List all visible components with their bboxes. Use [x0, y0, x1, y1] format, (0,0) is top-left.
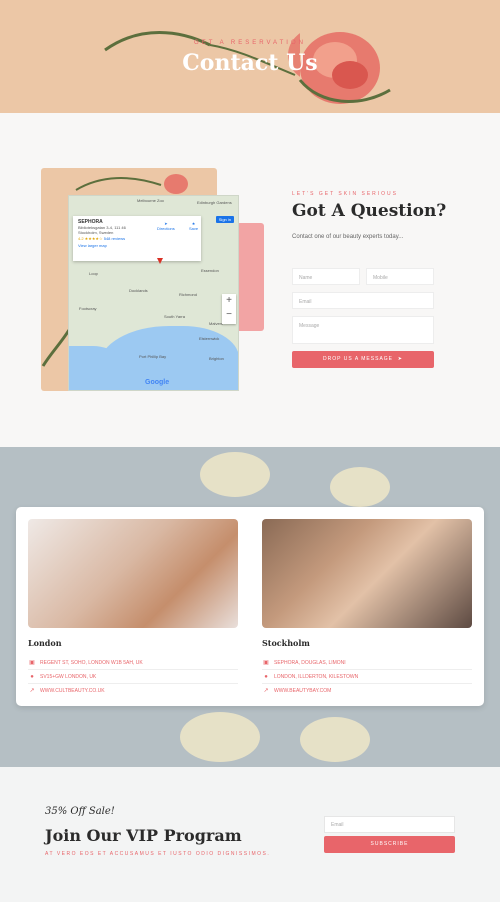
flower-background: [200, 452, 270, 497]
map-label: Essendon: [201, 268, 219, 273]
name-input[interactable]: Name: [292, 268, 360, 285]
drop-us-a-message-button[interactable]: DROP US A MESSAGE ➤: [292, 351, 434, 368]
external-link-icon: ↗: [29, 688, 35, 694]
vip-title: Join Our VIP Program: [45, 826, 242, 845]
location-website[interactable]: ↗ WWW.CULTBEAUTY.CO.UK: [28, 685, 238, 698]
contact-section: Melbourne Zoo Edinburgh Gardens Loop Ess…: [0, 113, 500, 447]
contact-subtitle: Contact one of our beauty experts today.…: [292, 234, 404, 240]
mobile-input[interactable]: Mobile: [366, 268, 434, 285]
zoom-in-button[interactable]: +: [222, 294, 236, 308]
locations-section: London Stockholm ▣ REGENT ST, SOHO, LONDO…: [0, 447, 500, 767]
map-label: Footscray: [79, 306, 97, 311]
contact-eyebrow: LET'S GET SKIN SERIOUS: [292, 191, 398, 197]
website-link[interactable]: WWW.BEAUTYBAY.COM: [274, 688, 331, 694]
flower-background: [300, 717, 370, 762]
map-label: Melbourne Zoo: [137, 198, 164, 203]
store-icon: ▣: [263, 660, 269, 666]
map-zoom-control: + −: [222, 294, 236, 324]
location-name-london: London: [28, 638, 62, 648]
vip-sale-badge: 35% Off Sale!: [45, 806, 115, 817]
directions-button[interactable]: ➤ Directions: [157, 221, 175, 231]
zoom-out-button[interactable]: −: [222, 308, 236, 322]
location-postal: ● SV15+GW LONDON, UK: [28, 671, 238, 684]
postal-text: SV15+GW LONDON, UK: [40, 674, 97, 680]
hero-eyebrow: GET A RESERVATION: [194, 40, 306, 46]
location-address: ▣ SEPHORA, DOUGLAS, LIMONI: [262, 657, 472, 670]
google-logo: Google: [145, 379, 170, 386]
place-rating: 4.2 ★★★★☆: [78, 236, 103, 241]
london-makeup-photo: [28, 519, 238, 628]
store-icon: ▣: [29, 660, 35, 666]
map-label: Elsternwick: [199, 336, 220, 341]
map-label: Loop: [89, 271, 98, 276]
newsletter-email-input[interactable]: Email: [324, 816, 455, 833]
place-address-line2: Stockholm, Sweden: [78, 230, 114, 235]
map-label: South Yarra: [164, 314, 185, 319]
vip-section: 35% Off Sale! Join Our VIP Program AT VE…: [0, 767, 500, 902]
address-text: REGENT ST, SOHO, LONDON W1B 5AH, UK: [40, 660, 143, 666]
drop-us-a-message-label: DROP US A MESSAGE: [323, 356, 393, 362]
map-label: Edinburgh Gardens: [197, 200, 232, 205]
place-reviews-link[interactable]: 548 reviews: [104, 236, 125, 241]
vip-subtitle: AT VERO EOS ET ACCUSAMUS ET IUSTO ODIO D…: [45, 851, 271, 857]
map-marker-icon: ●: [30, 674, 34, 680]
locations-card: London Stockholm ▣ REGENT ST, SOHO, LONDO…: [16, 507, 484, 706]
leaf-icon: [41, 329, 71, 367]
embedded-map[interactable]: Melbourne Zoo Edinburgh Gardens Loop Ess…: [68, 195, 239, 391]
save-label: Save: [189, 226, 199, 231]
view-larger-map-link[interactable]: View larger map: [78, 243, 196, 248]
map-sign-in-button[interactable]: Sign in: [215, 216, 234, 223]
map-pin-icon[interactable]: [157, 258, 163, 264]
send-icon: ➤: [395, 356, 403, 362]
map-label: Port Phillip Bay: [139, 354, 167, 359]
email-input[interactable]: Email: [292, 292, 434, 309]
location-postal: ● LONDON, ILLDERTON, KILESTOWN: [262, 671, 472, 684]
map-marker-icon: ●: [264, 674, 268, 680]
subscribe-button[interactable]: SUBSCRIBE: [324, 836, 455, 853]
location-address: ▣ REGENT ST, SOHO, LONDON W1B 5AH, UK: [28, 657, 238, 670]
directions-label: Directions: [157, 226, 175, 231]
location-name-stockholm: Stockholm: [262, 638, 310, 648]
postal-text: LONDON, ILLDERTON, KILESTOWN: [274, 674, 359, 680]
map-label: Brighton: [209, 356, 224, 361]
map-place-card: SEPHORA Biblioteksgatan 3-4, 111 46 Stoc…: [73, 216, 201, 261]
address-text: SEPHORA, DOUGLAS, LIMONI: [274, 660, 346, 666]
stockholm-makeup-photo: [262, 519, 472, 628]
save-button[interactable]: ★ Save: [189, 221, 198, 231]
flower-background: [180, 712, 260, 762]
website-link[interactable]: WWW.CULTBEAUTY.CO.UK: [40, 688, 105, 694]
map-label: Richmond: [179, 292, 198, 297]
contact-title: Got A Question?: [292, 201, 447, 221]
location-website[interactable]: ↗ WWW.BEAUTYBAY.COM: [262, 685, 472, 698]
page-title: Contact Us: [182, 50, 318, 76]
message-textarea[interactable]: Message: [292, 316, 434, 344]
flower-background: [330, 467, 390, 507]
hero-banner: GET A RESERVATION Contact Us: [0, 0, 500, 113]
map-label: Docklands: [129, 288, 148, 293]
external-link-icon: ↗: [263, 688, 269, 694]
